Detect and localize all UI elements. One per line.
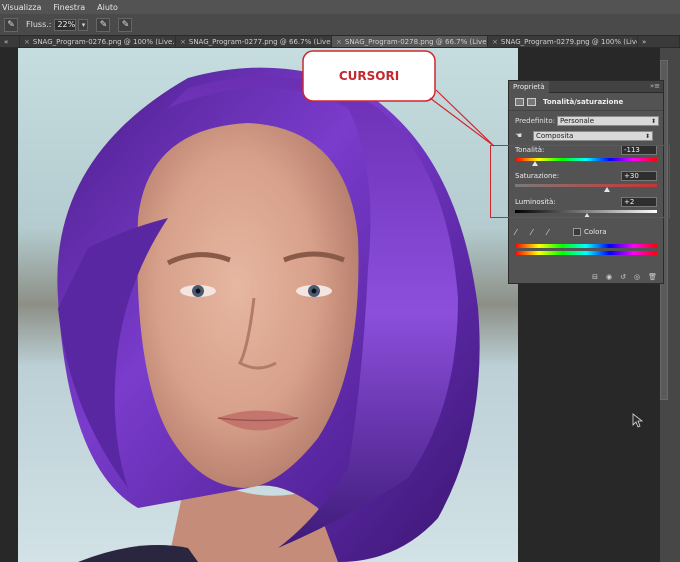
eyedropper-minus-icon[interactable]: ⁄ <box>547 228 557 237</box>
options-bar: ✎ Fluss.: 22% ▾ ✎ ✎ <box>0 14 680 36</box>
visibility-eye-icon[interactable]: ◎ <box>634 273 640 281</box>
dropdown-arrows-icon: ⬍ <box>644 132 650 140</box>
tab-doc-0276[interactable]: × SNAG_Program-0276.png @ 100% (Live... <box>20 36 176 47</box>
colorize-checkbox[interactable] <box>573 228 581 236</box>
preset-label: Predefinito: <box>515 117 556 125</box>
output-spectrum-bar <box>515 251 657 255</box>
preset-value: Personale <box>560 117 595 125</box>
tab-doc-0277[interactable]: × SNAG_Program-0277.png @ 66.7% (Live... <box>176 36 332 47</box>
eyedropper-plus-icon[interactable]: ⁄ <box>531 228 541 237</box>
panel-menu-icon[interactable]: »≡ <box>650 82 660 90</box>
trash-icon[interactable]: 🗑 <box>648 273 657 281</box>
colorize-label: Colora <box>584 228 607 236</box>
view-previous-icon[interactable]: ◉ <box>606 273 612 281</box>
tab-label: SNAG_Program-0279.png @ 100% (Live... <box>500 37 638 46</box>
adjustment-title: Tonalità/saturazione <box>543 97 624 106</box>
adjustment-header: Tonalità/saturazione <box>509 93 663 111</box>
airbrush-icon[interactable]: ✎ <box>96 17 111 32</box>
flow-label: Fluss.: <box>26 20 52 29</box>
tab-label: SNAG_Program-0276.png @ 100% (Live... <box>32 37 176 46</box>
adjustment-layer-icon <box>515 97 524 106</box>
sliders-highlight-box <box>490 145 670 218</box>
menu-bar: Visualizza Finestra Aiuto <box>0 0 680 14</box>
channel-row: ☚ Composita ⬍ <box>509 129 663 143</box>
input-spectrum-bar <box>515 244 657 248</box>
tab-proprieta[interactable]: Proprietà <box>509 80 549 93</box>
mouse-pointer-icon <box>632 413 644 428</box>
menu-aiuto[interactable]: Aiuto <box>97 3 118 12</box>
chevron-left-icon: « <box>4 37 9 46</box>
tab-label: SNAG_Program-0278.png @ 66.7% (Live... <box>344 37 488 46</box>
close-icon[interactable]: × <box>492 38 498 46</box>
brush-preset-icon[interactable]: ✎ <box>4 17 18 32</box>
panel-footer: ⊟ ◉ ↺ ◎ 🗑 <box>509 271 663 283</box>
channel-value: Composita <box>536 132 574 140</box>
targeted-adjustment-hand-icon[interactable]: ☚ <box>515 131 525 141</box>
layer-mask-icon[interactable] <box>527 97 536 106</box>
flow-dropdown-icon[interactable]: ▾ <box>78 18 89 31</box>
tabs-overflow[interactable]: « <box>0 36 20 47</box>
eyedropper-icon[interactable]: ⁄ <box>515 228 525 237</box>
chevron-right-icon: » <box>642 37 647 46</box>
channel-select[interactable]: Composita ⬍ <box>533 131 653 141</box>
callout-pointer <box>429 89 495 147</box>
preset-row: Predefinito: Personale ⬍ <box>509 114 663 128</box>
pressure-icon[interactable]: ✎ <box>118 17 133 32</box>
dropdown-arrows-icon: ⬍ <box>650 117 656 125</box>
close-icon[interactable]: × <box>180 38 186 46</box>
preset-select[interactable]: Personale ⬍ <box>557 116 659 126</box>
panel-tab-bar: Proprietà »≡ <box>509 80 663 93</box>
close-icon[interactable]: × <box>336 38 342 46</box>
document-tabs: « × SNAG_Program-0276.png @ 100% (Live...… <box>0 36 680 48</box>
flow-input[interactable]: 22% <box>54 18 77 31</box>
tabs-more[interactable]: » <box>638 36 680 47</box>
close-icon[interactable]: × <box>24 38 30 46</box>
clip-to-layer-icon[interactable]: ⊟ <box>592 273 598 281</box>
tab-label: SNAG_Program-0277.png @ 66.7% (Live... <box>188 37 332 46</box>
callout-bubble <box>302 50 436 102</box>
tab-doc-0279[interactable]: × SNAG_Program-0279.png @ 100% (Live... <box>488 36 638 47</box>
menu-finestra[interactable]: Finestra <box>53 3 85 12</box>
reset-icon[interactable]: ↺ <box>620 273 626 281</box>
eyedropper-row: ⁄ ⁄ ⁄ Colora <box>509 225 663 239</box>
tab-doc-0278[interactable]: × SNAG_Program-0278.png @ 66.7% (Live... <box>332 36 488 47</box>
menu-visualizza[interactable]: Visualizza <box>2 3 41 12</box>
